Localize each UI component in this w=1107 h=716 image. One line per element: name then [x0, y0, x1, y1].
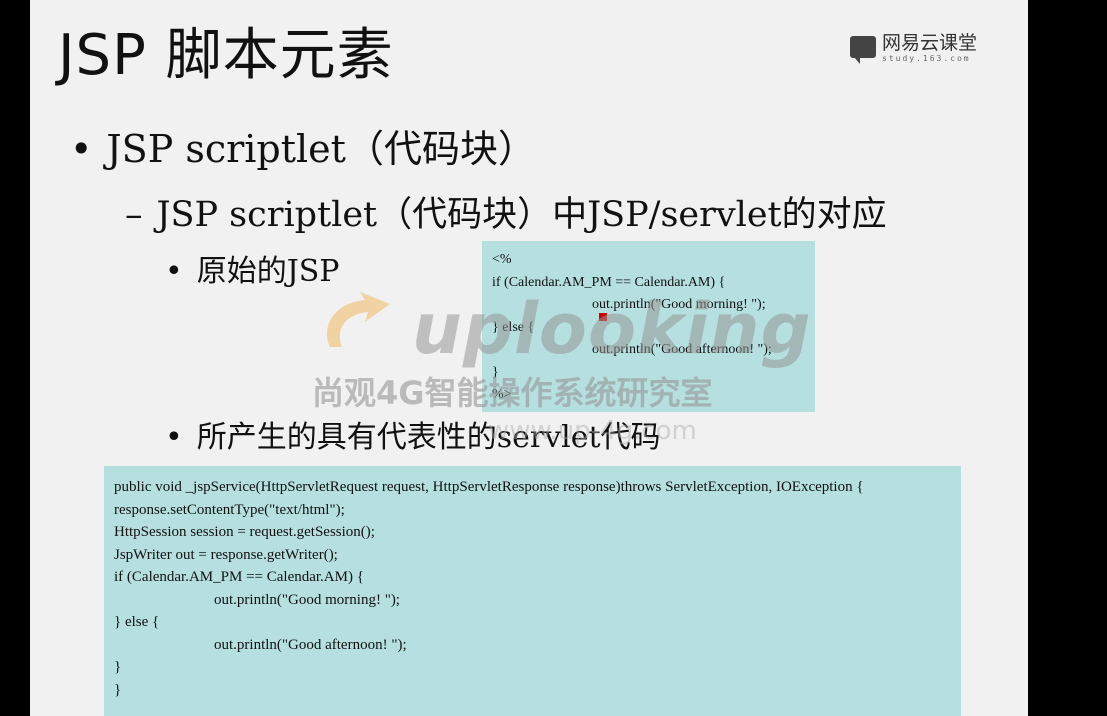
code-line: }: [492, 364, 499, 380]
code-line: HttpSession session = request.getSession…: [114, 524, 375, 540]
code-line: if (Calendar.AM_PM == Calendar.AM) {: [114, 569, 364, 585]
code-line: } else {: [114, 614, 160, 630]
slide: JSP 脚本元素 网易云课堂 study.163.com • JSP script…: [30, 0, 1028, 716]
bullet-dot: •: [70, 127, 93, 171]
logo-url: study.163.com: [882, 54, 971, 63]
bullet-level2-text: JSP scriptlet（代码块）中JSP/servlet的对应: [156, 195, 887, 235]
code-line: out.println("Good afternoon! ");: [214, 636, 407, 653]
bullet-dot: •: [165, 420, 183, 455]
code-line: public void _jspService(HttpServletReque…: [114, 479, 864, 495]
code-line: %>: [492, 387, 512, 402]
bullet-dash: –: [125, 195, 143, 235]
bullet-level3-text: 所产生的具有代表性的servlet代码: [196, 420, 661, 455]
bullet-level1-text: JSP scriptlet（代码块）: [106, 127, 536, 171]
code-line: }: [114, 659, 122, 675]
code-line: <%: [492, 252, 512, 267]
bullet-level1: • JSP scriptlet（代码块）: [70, 118, 536, 173]
code-line: out.println("Good afternoon! ");: [592, 342, 772, 357]
bullet-level3-servlet: • 所产生的具有代表性的servlet代码: [165, 412, 661, 456]
code-line: JspWriter out = response.getWriter();: [114, 546, 338, 563]
code-line: if (Calendar.AM_PM == Calendar.AM) {: [492, 274, 726, 290]
bullet-dot: •: [165, 254, 183, 289]
code-line: response.setContentType("text/html");: [114, 501, 345, 518]
bullet-level3-original-jsp: • 原始的JSP: [165, 246, 339, 290]
logo-name: 网易云课堂: [882, 32, 978, 54]
cursor-marker: [599, 313, 607, 321]
speech-bubble-icon: [850, 36, 876, 64]
code-line: out.println("Good morning! ");: [214, 591, 400, 608]
code-line: } else {: [492, 319, 535, 335]
servlet-code-box: public void _jspService(HttpServletReque…: [104, 466, 961, 716]
code-line: out.println("Good morning! ");: [592, 297, 766, 312]
original-jsp-code-box: <% if (Calendar.AM_PM == Calendar.AM) { …: [482, 241, 815, 412]
bullet-level2: – JSP scriptlet（代码块）中JSP/servlet的对应: [125, 186, 887, 237]
bullet-level3-text: 原始的JSP: [196, 254, 340, 289]
slide-title: JSP 脚本元素: [58, 23, 394, 88]
code-line: }: [114, 681, 122, 698]
netease-cloud-classroom-logo: 网易云课堂 study.163.com: [850, 32, 977, 68]
uplooking-swoosh-icon: [326, 292, 390, 347]
